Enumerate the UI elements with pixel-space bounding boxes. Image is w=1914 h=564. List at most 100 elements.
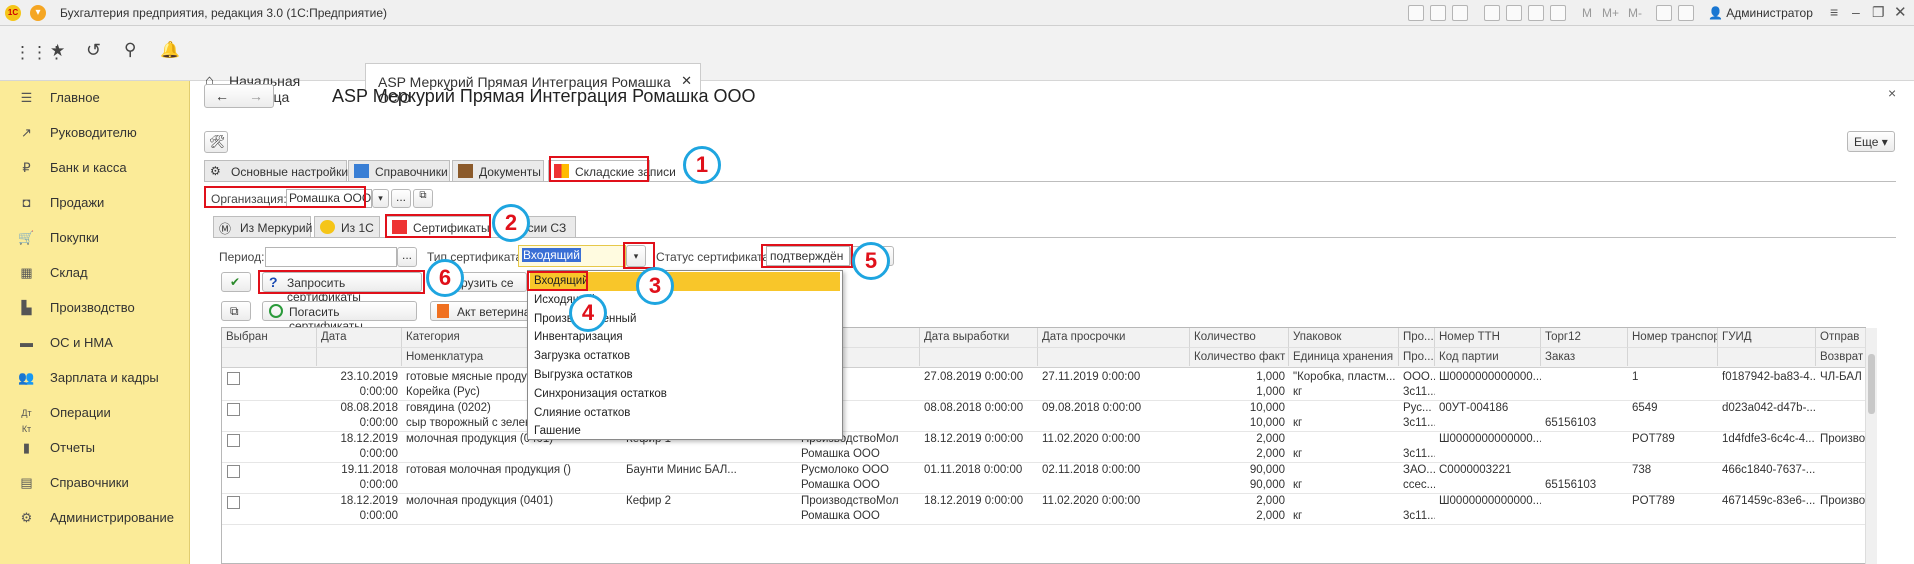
briefcase-icon xyxy=(458,164,473,178)
search-icon[interactable]: ⚲ xyxy=(124,40,136,60)
tab-label: Документы xyxy=(479,165,541,179)
sidebar-item-assets[interactable]: ▬ ОС и НМА xyxy=(0,326,190,361)
maximize-icon[interactable]: ❐ xyxy=(1872,4,1885,21)
column-header: Количество xyxy=(1190,328,1289,347)
truck-icon: ▬ xyxy=(20,335,33,350)
tab-directories[interactable]: Справочники xyxy=(348,160,450,181)
vet-act-button[interactable]: Акт ветеринa xyxy=(430,301,530,321)
repay-certificates-button[interactable]: Погасить сертификаты xyxy=(262,301,417,333)
attach-icon[interactable] xyxy=(1484,5,1500,21)
tab-documents[interactable]: Документы xyxy=(452,160,544,181)
panels-icon[interactable] xyxy=(1678,5,1694,21)
row-select-checkbox[interactable] xyxy=(227,496,240,509)
period-select-button[interactable]: ... xyxy=(397,247,417,267)
dropdown-option[interactable]: Инвентаризация xyxy=(530,328,840,347)
settings-icon[interactable]: ≡ xyxy=(1830,4,1838,20)
sidebar-item-directories[interactable]: ▤ Справочники xyxy=(0,466,190,501)
table-icon[interactable] xyxy=(1528,5,1544,21)
tab-main-settings[interactable]: ⚙ Основные настройки xyxy=(204,160,349,181)
table-scrollbar[interactable] xyxy=(1865,328,1877,564)
warehouse-icon: ▦ xyxy=(20,265,33,280)
sidebar-item-production[interactable]: ▙ Производство xyxy=(0,291,190,326)
dropdown-option[interactable]: Синхронизация остатков xyxy=(530,385,840,404)
history-icon[interactable]: ↺ xyxy=(86,40,101,61)
table-cell xyxy=(920,507,1038,526)
print-icon[interactable] xyxy=(1430,5,1446,21)
minimize-icon[interactable]: – xyxy=(1852,4,1860,20)
user-name[interactable]: 👤 Администратор xyxy=(1708,6,1813,20)
factory-icon: ▙ xyxy=(21,300,32,315)
tab-from-1c[interactable]: Из 1С xyxy=(314,216,380,237)
column-subheader xyxy=(317,347,402,366)
org-select-button[interactable]: ... xyxy=(391,189,411,208)
org-open-button[interactable]: ⧉ xyxy=(413,189,433,208)
dropdown-option[interactable]: Загрузка остатков xyxy=(530,347,840,366)
memory-mminus-button[interactable]: M- xyxy=(1628,6,1642,20)
sidebar-item-label: Отчеты xyxy=(50,440,95,455)
cart-icon: 🛒 xyxy=(18,230,35,245)
dropdown-option[interactable]: Выгрузка остатков xyxy=(530,366,840,385)
dropdown-option[interactable]: Слияние остатков xyxy=(530,404,840,423)
tools-button[interactable]: 🛠 xyxy=(204,131,228,153)
sidebar-item-admin[interactable]: ⚙ Администрирование xyxy=(0,501,190,536)
sidebar-item-operations[interactable]: Дт Кт Операции xyxy=(0,396,190,434)
favorites-star-icon[interactable]: ★ xyxy=(50,41,65,61)
report-icon: ▮ xyxy=(22,440,31,455)
check-all-button[interactable]: ✔ xyxy=(221,272,251,292)
annotation-box-2 xyxy=(385,214,491,238)
copy-button[interactable]: ⧉ xyxy=(221,301,251,321)
sidebar-item-purchases[interactable]: 🛒 Покупки xyxy=(0,221,190,256)
sidebar-item-reports[interactable]: ▮ Отчеты xyxy=(0,431,190,466)
sidebar-item-director[interactable]: ↗ Руководителю xyxy=(0,116,190,151)
sidebar-item-label: Администрирование xyxy=(50,510,174,525)
tabs-divider xyxy=(204,181,1896,182)
period-input[interactable] xyxy=(265,247,397,267)
page-title: ASP Меркурий Прямая Интеграция Ромашка О… xyxy=(332,86,756,106)
annotation-box-6 xyxy=(258,270,425,294)
column-subheader xyxy=(1718,347,1816,366)
column-header: Номер транспорта xyxy=(1628,328,1718,347)
memory-m-button[interactable]: M xyxy=(1582,6,1592,20)
shield-icon xyxy=(269,304,283,318)
close-form-icon[interactable]: × xyxy=(1888,85,1896,101)
preview-icon[interactable] xyxy=(1452,5,1468,21)
row-select-checkbox[interactable] xyxy=(227,434,240,447)
chevron-down-icon: ▾ xyxy=(1881,135,1888,149)
annotation-box-1 xyxy=(549,156,649,182)
forward-arrow-icon[interactable]: → xyxy=(249,88,263,104)
book-icon: ▤ xyxy=(20,475,33,490)
row-select-checkbox[interactable] xyxy=(227,403,240,416)
org-dropdown-button[interactable]: ▾ xyxy=(372,189,389,208)
tab-label: Из 1С xyxy=(341,221,374,235)
row-select-checkbox[interactable] xyxy=(227,372,240,385)
memory-mplus-button[interactable]: M+ xyxy=(1602,6,1619,20)
app-menu-icon[interactable]: ▾ xyxy=(30,5,46,21)
save-icon[interactable] xyxy=(1408,5,1424,21)
sidebar-item-main[interactable]: ☰ Главное xyxy=(0,81,190,116)
more-button[interactable]: Еще ▾ xyxy=(1847,131,1895,152)
mercury-icon: Ⓜ xyxy=(219,222,232,236)
row-select-checkbox[interactable] xyxy=(227,465,240,478)
bell-icon[interactable]: 🔔 xyxy=(160,40,180,60)
cert-type-input[interactable]: Входящий xyxy=(518,245,626,267)
chart-icon: ↗ xyxy=(21,125,32,140)
back-arrow-icon[interactable]: ← xyxy=(215,88,229,104)
close-window-icon[interactable]: ✕ xyxy=(1894,3,1907,21)
sidebar-item-warehouse[interactable]: ▦ Склад xyxy=(0,256,190,291)
table-cell: 3с11... xyxy=(1403,510,1435,522)
sidebar-item-label: Руководителю xyxy=(50,125,137,140)
tab-label: Основные настройки xyxy=(231,165,349,179)
column-header: Дата xyxy=(317,328,402,347)
bag-icon: ◘ xyxy=(22,195,31,210)
sidebar-item-sales[interactable]: ◘ Продажи xyxy=(0,186,190,221)
scrollbar-thumb[interactable] xyxy=(1868,354,1875,414)
table-cell xyxy=(622,507,797,526)
sidebar-item-bank[interactable]: ₽ Банк и касса xyxy=(0,151,190,186)
dropdown-option[interactable]: Гашение xyxy=(530,422,840,441)
calendar-icon[interactable] xyxy=(1550,5,1566,21)
tab-from-mercury[interactable]: Ⓜ Из Меркурий xyxy=(213,216,312,237)
mail-icon[interactable] xyxy=(1506,5,1522,21)
zoom-icon[interactable] xyxy=(1656,5,1672,21)
annotation-box-3 xyxy=(623,242,655,269)
sidebar-item-salary[interactable]: 👥 Зарплата и кадры xyxy=(0,361,190,396)
